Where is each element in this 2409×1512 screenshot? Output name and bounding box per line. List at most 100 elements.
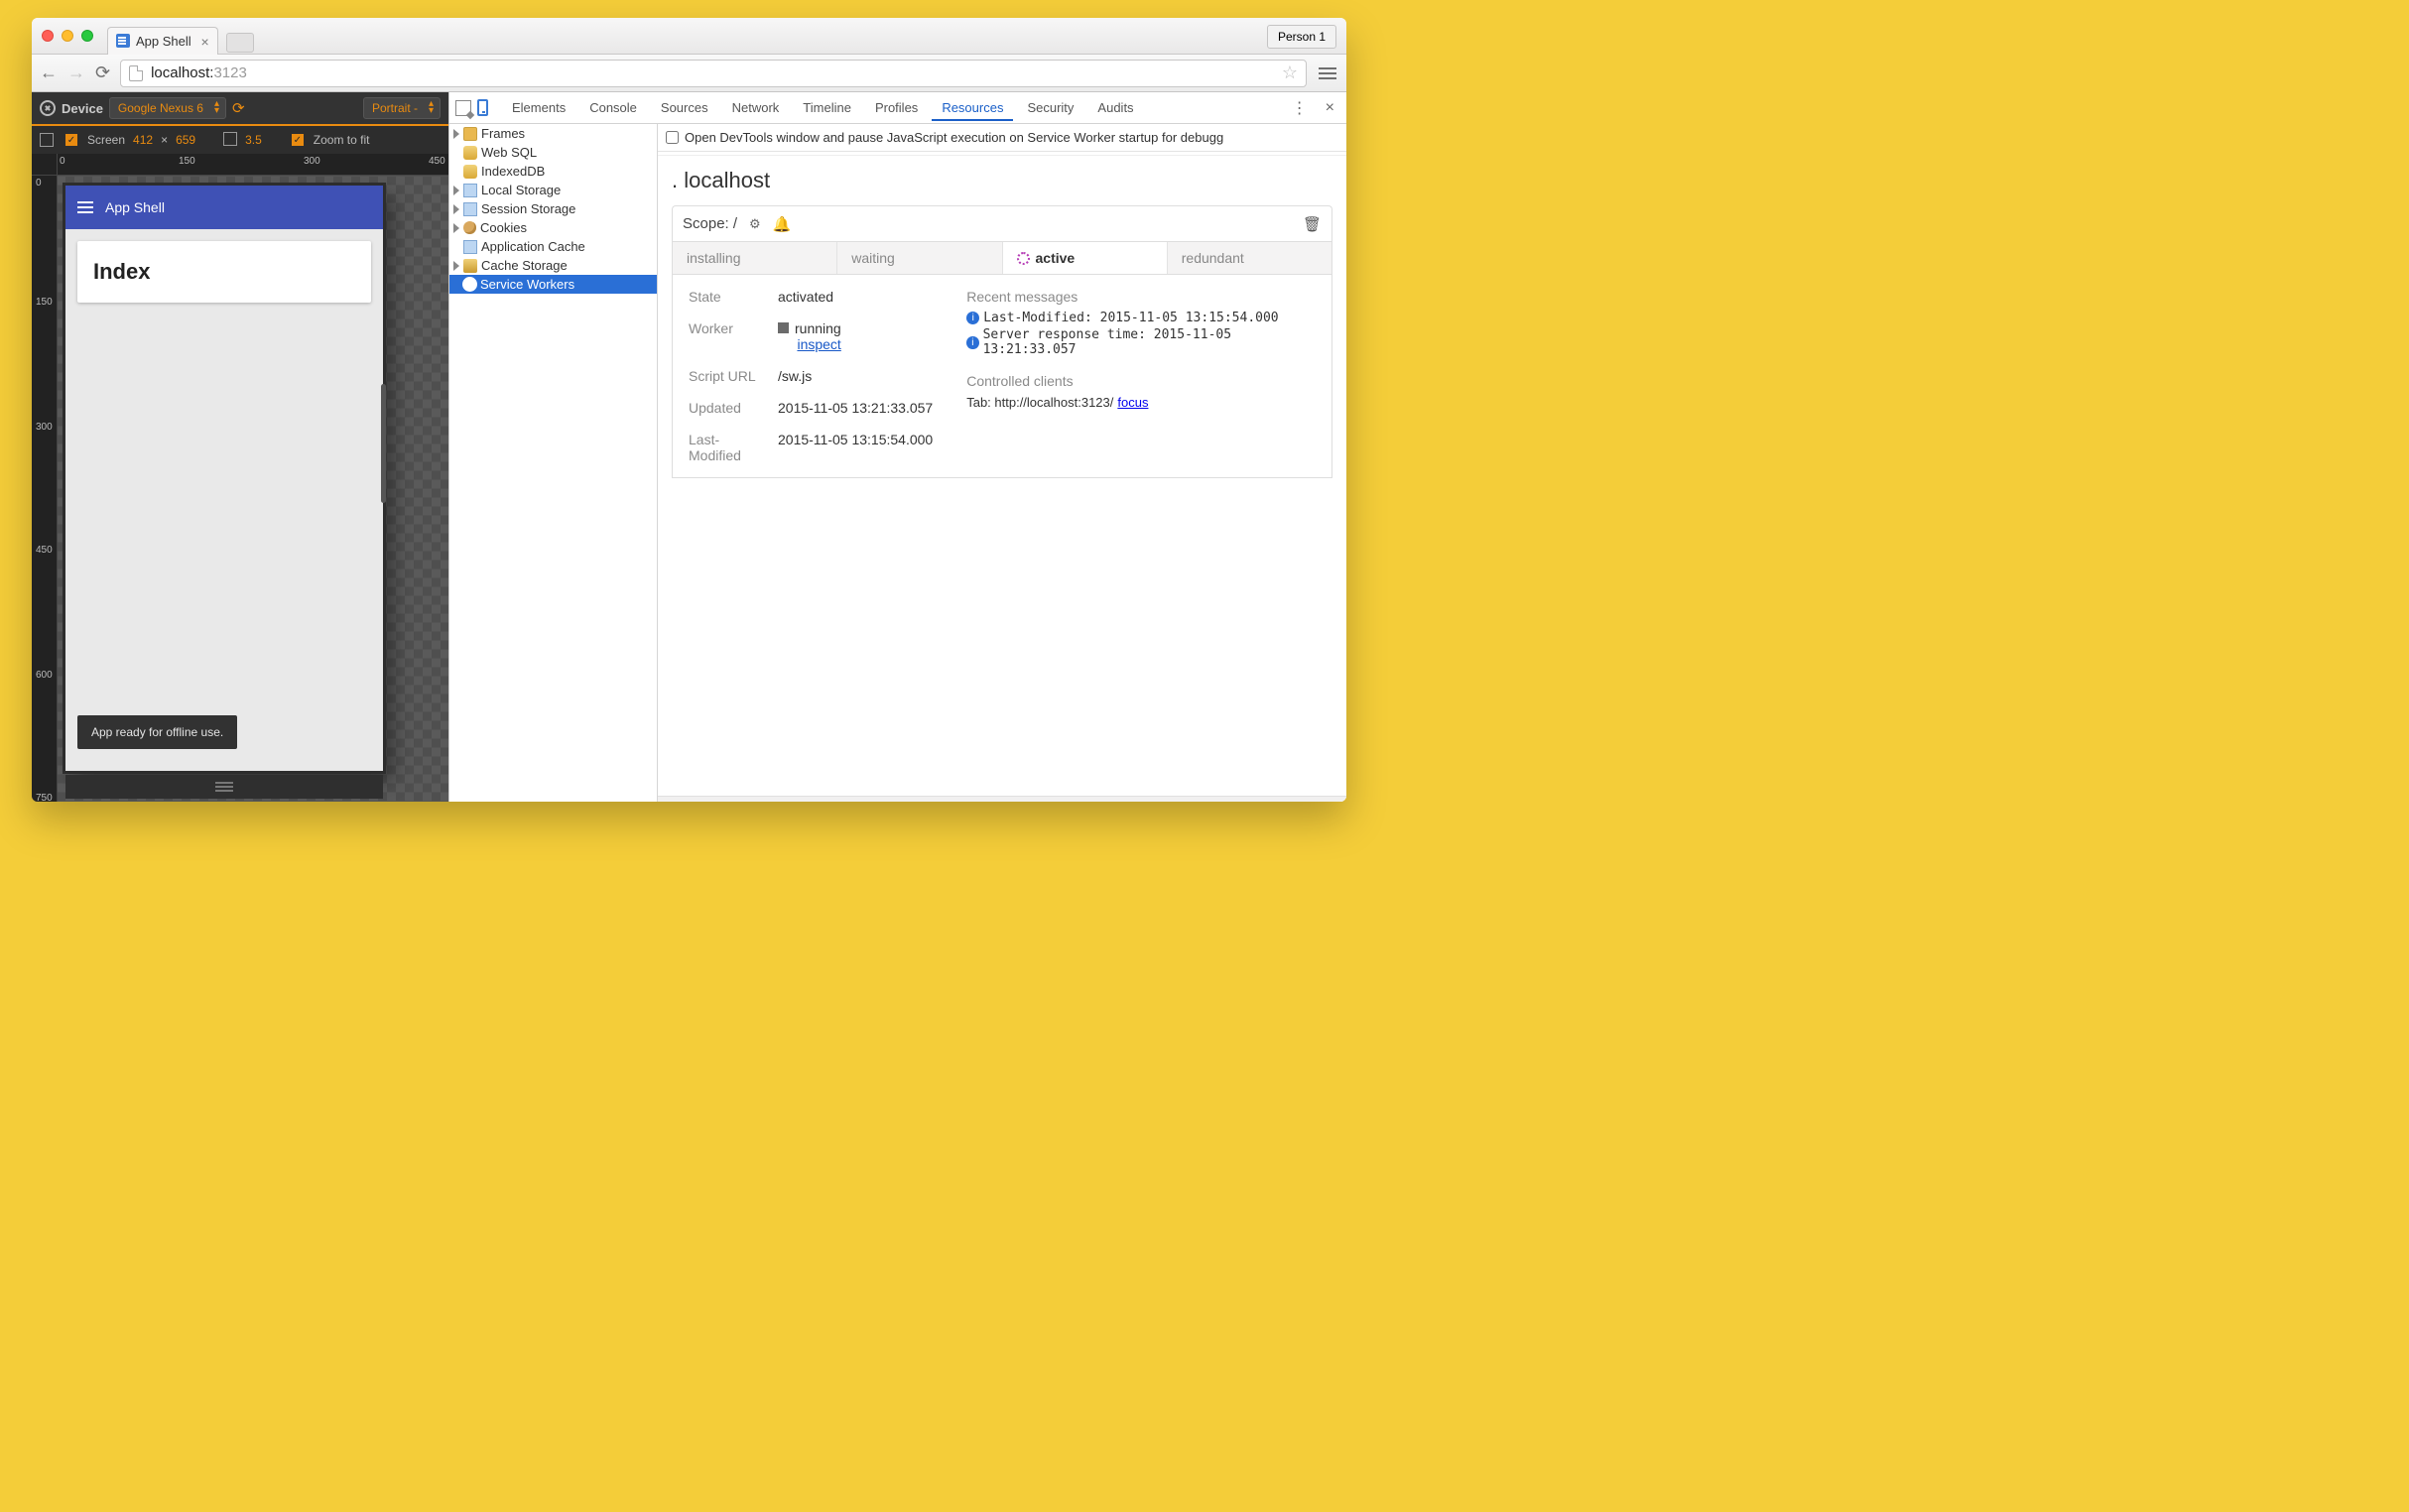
zoom-label: Zoom to fit — [314, 133, 370, 147]
info-icon: i — [966, 312, 979, 324]
tree-item-indexeddb[interactable]: IndexedDB — [449, 162, 657, 181]
device-select[interactable]: Google Nexus 6▴▾ — [109, 97, 226, 119]
tab-network[interactable]: Network — [722, 94, 790, 121]
tree-item-web-sql[interactable]: Web SQL — [449, 143, 657, 162]
sw-lastmod-label: Last-Modified — [689, 432, 770, 463]
sw-worker-status: running — [795, 320, 841, 336]
ruler-h-0: 0 — [60, 156, 65, 167]
info-icon: i — [966, 336, 978, 349]
sw-tab-installing[interactable]: installing — [673, 242, 837, 274]
sw-script: /sw.js — [778, 368, 933, 384]
grid-icon — [463, 184, 477, 197]
sw-details: State activated Worker running inspect S… — [672, 275, 1332, 478]
hamburger-icon[interactable] — [77, 201, 93, 213]
tree-label: Session Storage — [481, 201, 575, 216]
grid-icon — [463, 240, 477, 254]
tree-item-session-storage[interactable]: Session Storage — [449, 199, 657, 218]
back-button[interactable]: ← — [40, 63, 58, 83]
tab-console[interactable]: Console — [579, 94, 647, 121]
tree-item-cookies[interactable]: Cookies — [449, 218, 657, 237]
tree-item-cache-storage[interactable]: Cache Storage — [449, 256, 657, 275]
tree-item-application-cache[interactable]: Application Cache — [449, 237, 657, 256]
bottom-divider — [658, 796, 1346, 802]
browser-tab[interactable]: App Shell × — [107, 27, 218, 55]
tab-profiles[interactable]: Profiles — [865, 94, 928, 121]
browser-menu-button[interactable] — [1317, 63, 1338, 83]
sw-tab-active[interactable]: active — [1003, 242, 1168, 274]
sw-scope-label: Scope: / — [683, 215, 737, 232]
sw-settings-icon[interactable]: ⚙ — [749, 216, 761, 232]
tab-resources[interactable]: Resources — [932, 94, 1013, 121]
dpr-value[interactable]: 3.5 — [245, 133, 262, 147]
forward-button[interactable]: → — [67, 63, 85, 83]
tree-label: IndexedDB — [481, 164, 545, 179]
maximize-window-button[interactable] — [81, 30, 93, 42]
controlled-client: Tab: http://localhost:3123/ focus — [966, 395, 1316, 410]
recent-message: iServer response time: 2015-11-05 13:21:… — [966, 327, 1316, 357]
sw-inspect-link[interactable]: inspect — [797, 336, 840, 352]
new-tab-button[interactable] — [226, 33, 254, 53]
browser-window: App Shell × Person 1 ← → ⟳ localhost:312… — [32, 18, 1346, 802]
grid-icon — [463, 202, 477, 216]
reload-button[interactable]: ⟳ — [95, 63, 110, 83]
content-card: Index — [77, 241, 371, 303]
screen-height[interactable]: 659 — [176, 133, 195, 147]
sw-trash-icon[interactable]: 🗑 — [1303, 215, 1322, 233]
minimize-window-button[interactable] — [62, 30, 73, 42]
tree-label: Application Cache — [481, 239, 585, 254]
layers-icon[interactable] — [40, 133, 54, 147]
device-subbar: ✓ Screen 412 × 659 3.5 ✓ Zoom to fit — [32, 126, 448, 154]
msg1-text: Last-Modified: 2015-11-05 13:15:54.000 — [983, 311, 1278, 325]
controlled-clients-label: Controlled clients — [966, 373, 1316, 389]
scrollbar[interactable] — [381, 384, 386, 503]
tab-sources[interactable]: Sources — [651, 94, 718, 121]
close-tab-icon[interactable]: × — [200, 34, 208, 50]
resources-tree: FramesWeb SQL IndexedDB Local Storage Sessi… — [449, 124, 658, 802]
devtools: Elements Console Sources Network Timelin… — [448, 92, 1346, 802]
app-title: App Shell — [105, 199, 165, 215]
screen-checkbox[interactable]: ✓ — [65, 134, 77, 146]
sw-state: activated — [778, 289, 933, 305]
tab-timeline[interactable]: Timeline — [793, 94, 861, 121]
zoom-checkbox[interactable]: ✓ — [292, 134, 304, 146]
tree-item-frames[interactable]: Frames — [449, 124, 657, 143]
favicon-icon — [116, 34, 130, 48]
tab-title: App Shell — [136, 34, 191, 49]
ruler-horizontal: 0 150 300 450 — [32, 154, 448, 176]
tree-label: Service Workers — [480, 277, 574, 292]
sw-bell-icon[interactable]: 🔔 — [773, 215, 792, 233]
tab-audits[interactable]: Audits — [1087, 94, 1143, 121]
client-focus-link[interactable]: focus — [1117, 395, 1148, 410]
folder-icon — [463, 127, 477, 141]
pause-on-start-checkbox[interactable] — [666, 131, 679, 144]
tab-elements[interactable]: Elements — [502, 94, 575, 121]
gear-icon — [463, 278, 476, 291]
screen-label: Screen — [87, 133, 125, 147]
screen-width[interactable]: 412 — [133, 133, 153, 147]
devtools-close-icon[interactable]: × — [1320, 99, 1340, 117]
bookmark-star-icon[interactable]: ☆ — [1282, 63, 1298, 83]
tab-security[interactable]: Security — [1017, 94, 1083, 121]
device-topbar: Device Google Nexus 6▴▾ ⟳ Portrait -▴▾ — [32, 92, 448, 126]
sw-tab-waiting[interactable]: waiting — [837, 242, 1002, 274]
device-reload-icon[interactable]: ⟳ — [232, 99, 245, 117]
device-label: Device — [62, 101, 103, 116]
no-throttle-icon[interactable] — [40, 100, 56, 116]
device-viewport[interactable]: App Shell Index App ready for offline us… — [58, 176, 448, 802]
stop-icon[interactable] — [778, 322, 789, 333]
address-bar[interactable]: localhost:3123 ☆ — [120, 60, 1307, 87]
devtools-menu-icon[interactable]: ⋮ — [1284, 98, 1316, 118]
tree-item-service-workers[interactable]: Service Workers — [449, 275, 657, 294]
sw-state-label: State — [689, 289, 770, 305]
close-window-button[interactable] — [42, 30, 54, 42]
device-chin — [65, 775, 383, 799]
sw-tab-redundant[interactable]: redundant — [1168, 242, 1331, 274]
orientation-select[interactable]: Portrait -▴▾ — [363, 97, 441, 119]
toast: App ready for offline use. — [77, 715, 237, 749]
tree-item-local-storage[interactable]: Local Storage — [449, 181, 657, 199]
ruler-h-300: 300 — [304, 156, 320, 167]
toggle-device-icon[interactable] — [477, 99, 488, 116]
client-text: Tab: http://localhost:3123/ — [966, 395, 1113, 410]
profile-button[interactable]: Person 1 — [1267, 25, 1336, 49]
inspect-icon[interactable] — [455, 100, 471, 116]
